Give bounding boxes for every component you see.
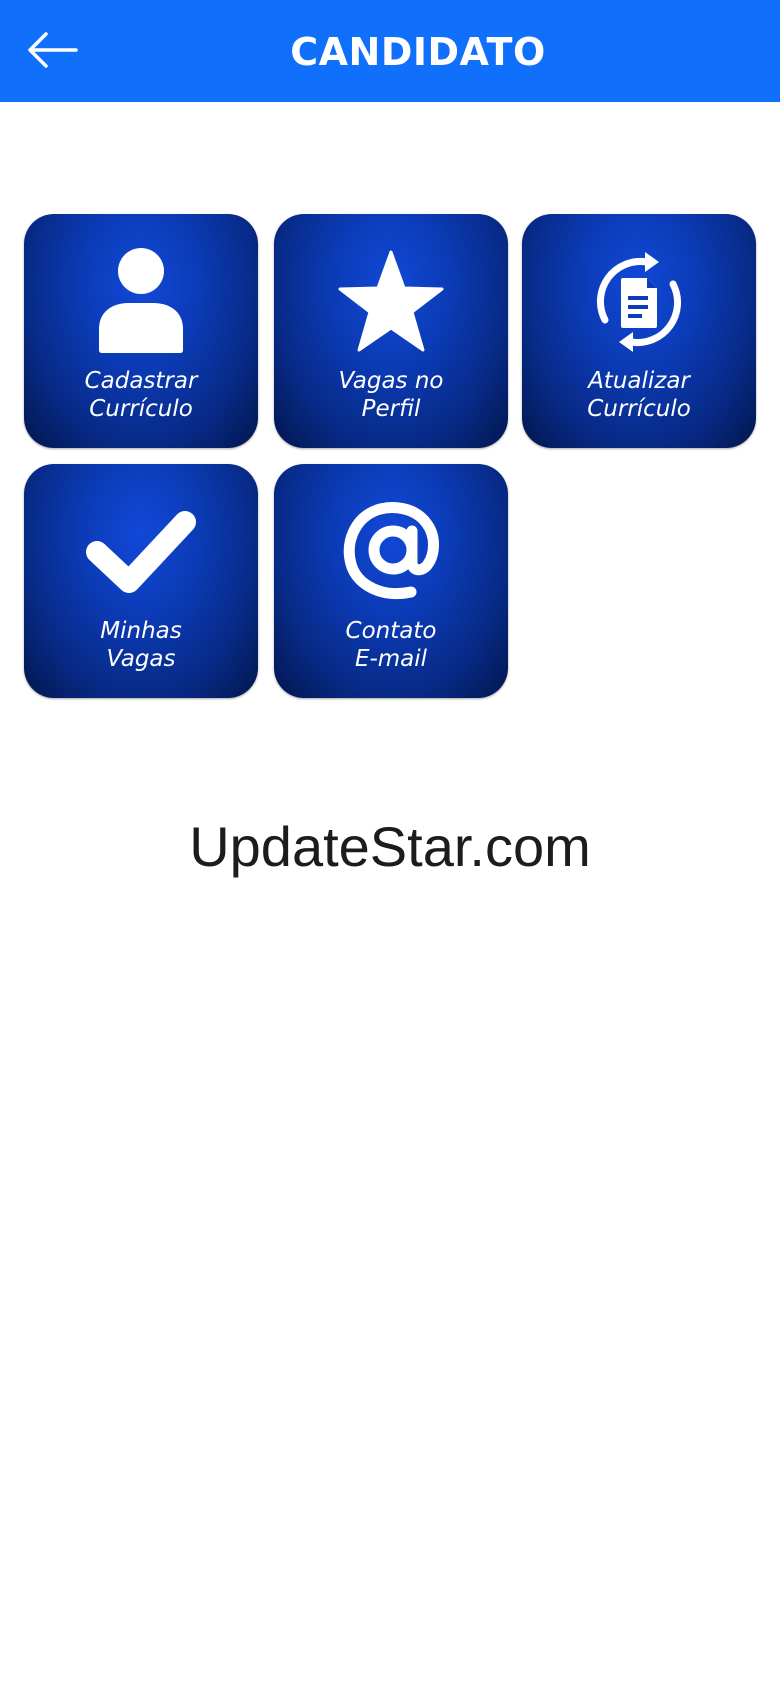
tile-cadastrar-curriculo[interactable]: Cadastrar Currículo bbox=[24, 214, 258, 448]
tile-label: Minhas Vagas bbox=[100, 618, 182, 672]
tile-label: Atualizar Currículo bbox=[587, 368, 691, 422]
star-icon bbox=[338, 250, 444, 352]
user-icon bbox=[99, 248, 183, 353]
at-sign-icon bbox=[343, 502, 439, 599]
watermark-text: UpdateStar.com bbox=[189, 815, 591, 878]
tile-contato-email[interactable]: Contato E-mail bbox=[274, 464, 508, 698]
tile-label: Vagas no Perfil bbox=[338, 368, 444, 422]
tile-vagas-no-perfil[interactable]: Vagas no Perfil bbox=[274, 214, 508, 448]
refresh-document-icon bbox=[596, 252, 682, 352]
tile-atualizar-curriculo[interactable]: Atualizar Currículo bbox=[522, 214, 756, 448]
tile-minhas-vagas[interactable]: Minhas Vagas bbox=[24, 464, 258, 698]
arrow-left-icon bbox=[28, 32, 78, 68]
tile-label: Contato E-mail bbox=[345, 618, 437, 672]
tile-label: Cadastrar Currículo bbox=[84, 368, 198, 422]
checkmark-icon bbox=[86, 511, 196, 593]
page-title: CANDIDATO bbox=[290, 30, 546, 74]
app-header: CANDIDATO bbox=[0, 0, 780, 102]
back-button[interactable] bbox=[22, 26, 80, 74]
